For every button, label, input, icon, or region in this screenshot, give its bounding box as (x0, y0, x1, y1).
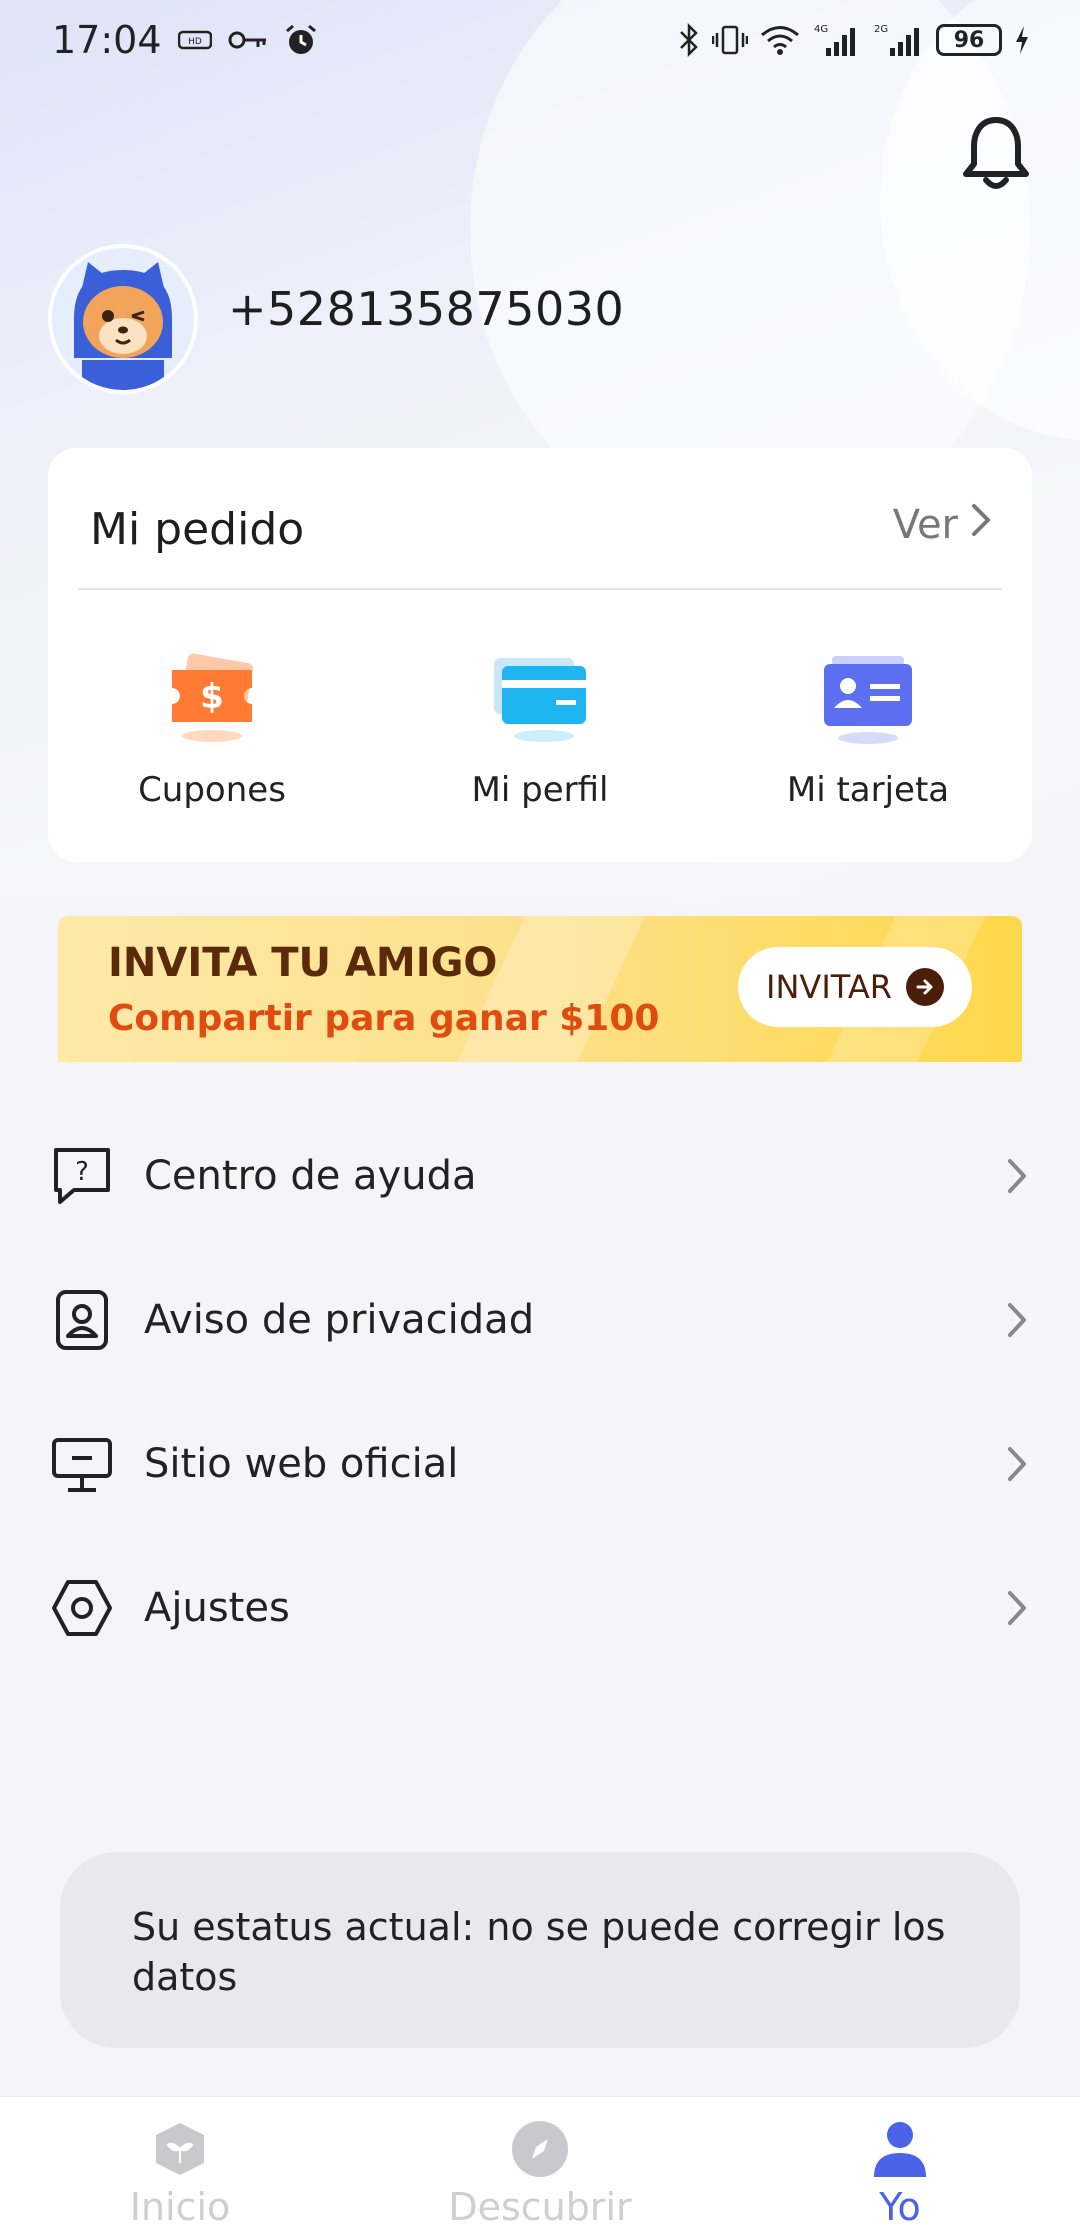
settings-icon (50, 1576, 114, 1640)
svg-text:2G: 2G (874, 24, 888, 35)
card-icon (490, 648, 590, 748)
nav-item-home[interactable]: Inicio (0, 2097, 360, 2240)
view-label: Ver (892, 502, 958, 548)
order-item-label: Cupones (138, 770, 286, 810)
invite-button-label: INVITAR (766, 968, 892, 1006)
chevron-right-icon (1002, 1153, 1032, 1199)
menu-item-privacy[interactable]: Aviso de privacidad (0, 1248, 1080, 1392)
battery-indicator: 96 (936, 24, 1002, 56)
invite-subtitle: Compartir para ganar $100 (108, 998, 660, 1039)
nav-item-discover[interactable]: Descubrir (360, 2097, 720, 2240)
menu-item-help[interactable]: ? Centro de ayuda (0, 1104, 1080, 1248)
signal-2g-icon: 2G (872, 22, 924, 58)
svg-text:HD: HD (188, 37, 202, 47)
coupon-icon: $ (162, 648, 262, 748)
data-saver-icon: HD (177, 30, 212, 50)
order-item-label: Mi perfil (471, 770, 609, 810)
menu-item-label: Sitio web oficial (144, 1441, 459, 1487)
home-icon (150, 2119, 210, 2179)
menu-item-settings[interactable]: Ajustes (0, 1536, 1080, 1680)
user-icon (870, 2119, 930, 2179)
avatar[interactable] (48, 244, 198, 394)
nav-label: Yo (879, 2185, 921, 2229)
chevron-right-icon (1002, 1297, 1032, 1343)
nav-label: Descubrir (448, 2185, 632, 2229)
invite-title: INVITA TU AMIGO (108, 940, 498, 986)
chevron-right-icon (970, 502, 992, 548)
order-item-profile[interactable]: Mi perfil (376, 648, 704, 810)
view-orders-link[interactable]: Ver (893, 502, 992, 548)
monitor-icon (50, 1432, 114, 1496)
vibrate-icon (712, 24, 748, 56)
nav-item-me[interactable]: Yo (720, 2097, 1080, 2240)
status-bar: 17:04 HD 4G 2G 96 (0, 0, 1080, 80)
phone-number: +528135875030 (228, 282, 625, 336)
charging-icon (1014, 25, 1030, 55)
compass-icon (510, 2119, 570, 2179)
menu-item-label: Centro de ayuda (144, 1153, 477, 1199)
nav-label: Inicio (129, 2185, 231, 2229)
privacy-icon (50, 1288, 114, 1352)
alarm-icon (284, 23, 318, 57)
arrow-right-icon (905, 968, 944, 1006)
svg-text:4G: 4G (814, 24, 828, 35)
chevron-right-icon (1002, 1441, 1032, 1487)
invite-button[interactable]: INVITAR (738, 947, 972, 1027)
order-item-label: Mi tarjeta (786, 770, 950, 810)
order-item-card[interactable]: Mi tarjeta (704, 648, 1032, 810)
wifi-icon (760, 24, 800, 56)
bottom-nav: Inicio Descubrir Yo (0, 2096, 1080, 2240)
svg-text:$: $ (200, 677, 224, 717)
chevron-right-icon (1002, 1585, 1032, 1631)
key-icon (228, 29, 268, 51)
menu-item-label: Ajustes (144, 1585, 290, 1631)
settings-menu: ? Centro de ayuda Aviso de privacidad Si… (0, 1104, 1080, 1680)
status-message: Su estatus actual: no se puede corregir … (60, 1852, 1020, 2048)
invite-banner[interactable]: INVITA TU AMIGO Compartir para ganar $10… (58, 916, 1022, 1062)
menu-item-label: Aviso de privacidad (144, 1297, 535, 1343)
status-time: 17:04 (52, 18, 162, 62)
menu-item-website[interactable]: Sitio web oficial (0, 1392, 1080, 1536)
bell-icon[interactable] (960, 112, 1032, 192)
bluetooth-icon (678, 23, 700, 57)
signal-4g-icon: 4G (812, 22, 860, 58)
divider (78, 588, 1002, 590)
order-card: Mi pedido Ver $ Cupones Mi perfil Mi tar… (48, 448, 1032, 862)
id-card-icon (818, 648, 918, 748)
svg-text:?: ? (75, 1157, 89, 1187)
help-icon: ? (50, 1144, 114, 1208)
order-item-coupons[interactable]: $ Cupones (48, 648, 376, 810)
order-title: Mi pedido (90, 504, 305, 555)
